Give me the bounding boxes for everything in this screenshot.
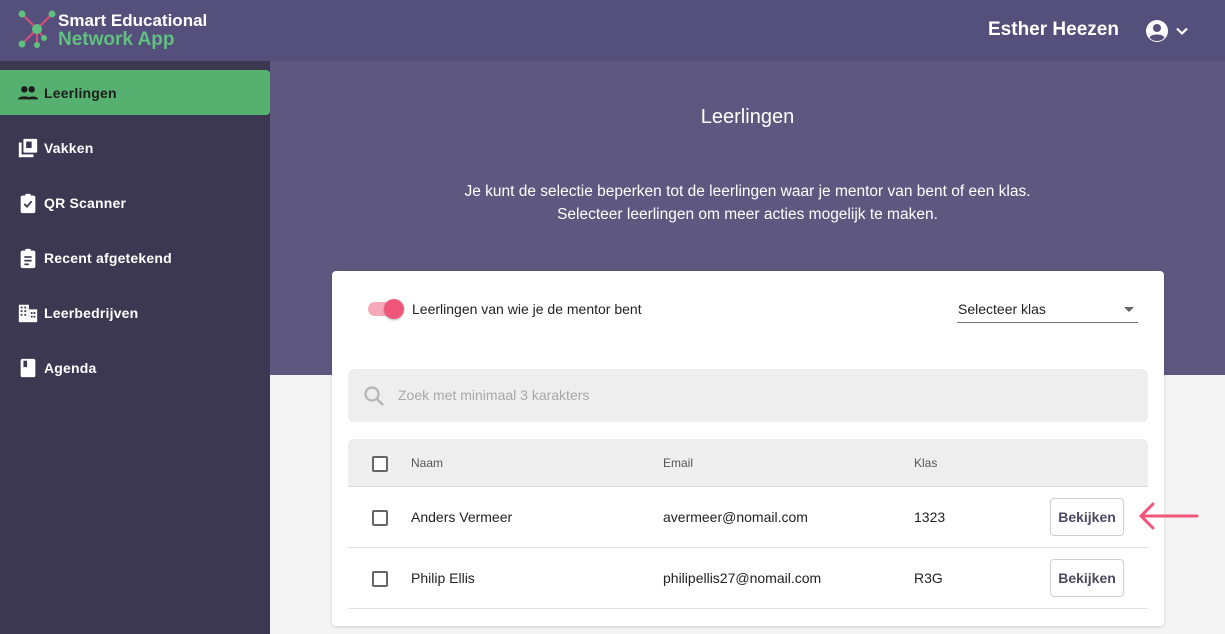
view-button[interactable]: Bekijken [1050,559,1124,597]
building-icon [17,302,39,324]
page-intro: Je kunt de selectie beperken tot de leer… [270,180,1225,226]
chevron-down-icon [1176,27,1188,36]
student-email: avermeer@nomail.com [663,509,808,525]
sidebar-item-label: Leerbedrijven [44,304,139,321]
table-row: Philip Ellis philipellis27@nomail.com R3… [348,548,1148,609]
arrow-left-icon [1139,502,1199,530]
sidebar-item-label: Agenda [44,359,97,376]
sidebar-item-label: QR Scanner [44,194,127,211]
sidebar-item-agenda[interactable]: Agenda [0,345,270,390]
intro-line-2: Selecteer leerlingen om meer acties moge… [557,206,938,223]
select-all-checkbox[interactable] [372,456,388,472]
library-books-icon [17,137,39,159]
clipboard-list-icon [17,247,39,269]
user-name: Esther Heezen [988,19,1119,40]
sidebar-item-vakken[interactable]: Vakken [0,125,270,170]
search-input[interactable] [398,381,1118,409]
table-row: Anders Vermeer avermeer@nomail.com 1323 … [348,487,1148,548]
class-select-value: Selecteer klas [958,301,1046,317]
book-icon [17,357,39,379]
top-bar: Smart Educational Network App Esther Hee… [0,0,1225,61]
row-checkbox[interactable] [372,510,388,526]
mentor-toggle[interactable] [368,299,404,319]
brand-name[interactable]: Smart Educational Network App [58,11,207,49]
network-logo-icon [18,10,56,48]
sidebar: Leerlingen Vakken QR Scanner Recent afge… [0,61,270,634]
search-icon [364,386,384,406]
search-box [348,369,1148,422]
brand-line-1: Smart Educational [58,11,208,30]
table-header: Naam Email Klas [348,439,1148,487]
sidebar-item-recent-afgetekend[interactable]: Recent afgetekend [0,235,270,280]
toggle-thumb [384,299,404,319]
dropdown-caret-icon [1124,307,1134,312]
student-name: Philip Ellis [411,570,475,586]
people-icon [17,82,39,104]
account-menu-button[interactable] [1145,19,1192,43]
sidebar-item-leerlingen[interactable]: Leerlingen [0,70,270,115]
sidebar-item-label: Vakken [44,139,94,156]
brand-line-2: Network App [58,29,175,50]
intro-line-1: Je kunt de selectie beperken tot de leer… [464,183,1031,200]
page-title: Leerlingen [700,106,795,128]
account-circle-icon [1146,20,1168,42]
view-button[interactable]: Bekijken [1050,498,1124,536]
row-checkbox[interactable] [372,571,388,587]
student-klas: R3G [914,570,943,586]
column-header-naam[interactable]: Naam [411,456,443,470]
sidebar-item-qr-scanner[interactable]: QR Scanner [0,180,270,225]
students-table: Naam Email Klas Anders Vermeer avermeer@… [348,439,1148,609]
sidebar-item-label: Recent afgetekend [44,249,172,266]
sidebar-item-leerbedrijven[interactable]: Leerbedrijven [0,290,270,335]
column-header-email[interactable]: Email [663,456,693,470]
student-name: Anders Vermeer [411,509,513,525]
student-email: philipellis27@nomail.com [663,570,822,586]
mentor-toggle-label: Leerlingen van wie je de mentor bent [412,301,642,317]
class-select[interactable]: Selecteer klas [957,293,1138,323]
clipboard-check-icon [17,192,39,214]
students-card: Leerlingen van wie je de mentor bent Sel… [332,271,1164,626]
student-klas: 1323 [914,509,946,525]
column-header-klas[interactable]: Klas [914,456,937,470]
sidebar-item-label: Leerlingen [44,84,117,101]
